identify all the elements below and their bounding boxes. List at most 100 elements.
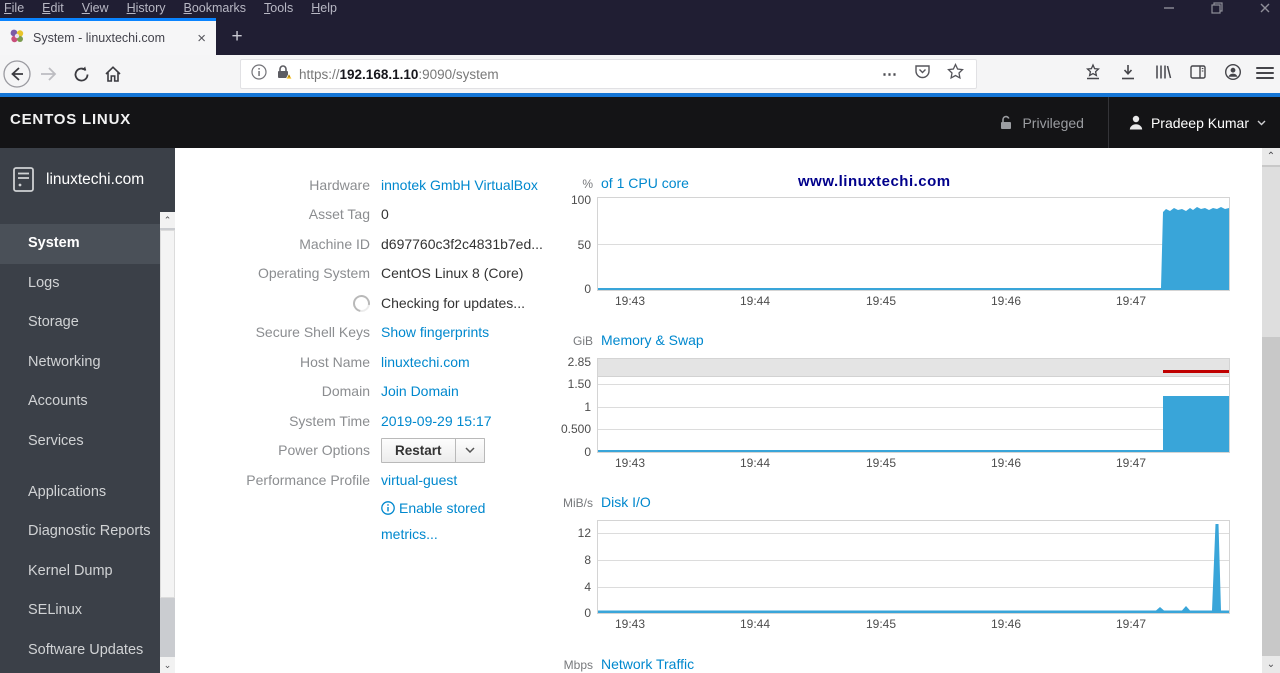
- sidebar-item-system[interactable]: System: [0, 224, 175, 264]
- home-button[interactable]: [98, 59, 128, 89]
- info-row-system-time: System Time 2019-09-29 15:17: [289, 412, 492, 429]
- menu-view[interactable]: View: [82, 1, 109, 15]
- new-tab-button[interactable]: +: [224, 24, 250, 50]
- account-icon[interactable]: [1224, 63, 1242, 86]
- memory-chart-header: GiB Memory & Swap: [557, 332, 704, 348]
- disk-unit: MiB/s: [563, 496, 593, 510]
- tab-close-icon[interactable]: ×: [187, 30, 216, 47]
- sidebar-scroll-thumb[interactable]: [160, 230, 175, 598]
- disk-chart-link[interactable]: Disk I/O: [601, 494, 651, 510]
- downloads-icon[interactable]: [1119, 63, 1137, 86]
- host-selector[interactable]: linuxtechi.com: [12, 166, 144, 193]
- cpu-ytick: 50: [577, 238, 591, 252]
- cpu-unit: %: [582, 177, 593, 191]
- scroll-up-icon[interactable]: ⌃: [160, 212, 175, 228]
- reload-button[interactable]: [66, 59, 96, 89]
- disk-xtick: 19:45: [865, 617, 897, 631]
- info-row-updates: Checking for updates...: [175, 288, 575, 318]
- sidebar-nav: System Logs Storage Networking Accounts …: [0, 224, 175, 671]
- memory-xtick: 19:44: [739, 456, 771, 470]
- page-body: linuxtechi.com System Logs Storage Netwo…: [0, 148, 1280, 673]
- page-scroll-thumb[interactable]: [1262, 167, 1280, 337]
- info-row-ssh-keys: Secure Shell Keys Show fingerprints: [255, 324, 490, 341]
- forward-button[interactable]: [34, 59, 64, 89]
- close-window-icon[interactable]: [1258, 1, 1272, 15]
- sidebar-item-kernel-dump[interactable]: Kernel Dump: [0, 552, 175, 592]
- restore-icon[interactable]: [1210, 1, 1224, 15]
- network-chart-link[interactable]: Network Traffic: [601, 656, 694, 672]
- sidebar-item-logs[interactable]: Logs: [0, 264, 175, 304]
- disk-ytick: 4: [584, 580, 591, 594]
- disk-xtick: 19:43: [614, 617, 646, 631]
- pocket-icon[interactable]: [914, 63, 931, 85]
- page-scroll-down-icon[interactable]: ⌄: [1262, 656, 1280, 673]
- page-actions-icon[interactable]: ⋯: [882, 65, 898, 83]
- disk-ytick: 8: [584, 553, 591, 567]
- privileged-indicator[interactable]: Privileged: [975, 115, 1107, 131]
- performance-profile-link[interactable]: virtual-guest: [381, 472, 457, 488]
- memory-ytick: 0: [584, 445, 591, 459]
- restart-caret-button[interactable]: [455, 437, 485, 463]
- minimize-icon[interactable]: [1162, 1, 1176, 15]
- menu-history[interactable]: History: [127, 1, 166, 15]
- toolbar-icons: [1084, 59, 1242, 89]
- memory-total-band: [598, 359, 1229, 377]
- sidebar-item-software-updates[interactable]: Software Updates: [0, 631, 175, 671]
- unlock-icon: [1001, 115, 1012, 129]
- menu-file[interactable]: File: [4, 1, 24, 15]
- info-row-performance-profile: Performance Profile virtual-guest: [246, 471, 458, 488]
- menu-help[interactable]: Help: [311, 1, 337, 15]
- page-scrollbar[interactable]: ⌃ ⌄: [1262, 148, 1280, 673]
- memory-ytick: 2.85: [567, 355, 591, 369]
- network-unit: Mbps: [563, 658, 593, 672]
- caret-down-icon: [465, 447, 475, 454]
- cpu-xtick: 19:43: [614, 294, 646, 308]
- cpu-chart-header: % of 1 CPU core: [557, 175, 689, 191]
- tab-system[interactable]: System - linuxtechi.com ×: [0, 18, 216, 55]
- url-bar[interactable]: https://192.168.1.10:9090/system ⋯: [240, 59, 977, 89]
- menu-tools[interactable]: Tools: [264, 1, 293, 15]
- join-domain-link[interactable]: Join Domain: [381, 383, 459, 399]
- server-icon: [13, 167, 34, 192]
- spinner-icon: [349, 291, 374, 315]
- restart-button[interactable]: Restart: [381, 437, 456, 463]
- memory-plot: [597, 358, 1230, 453]
- sidebar-toggle-icon[interactable]: [1189, 63, 1207, 86]
- memory-ytick: 1.50: [567, 377, 591, 391]
- host-name-link[interactable]: linuxtechi.com: [381, 354, 470, 370]
- page-scroll-up-icon[interactable]: ⌃: [1262, 148, 1280, 165]
- menu-bookmarks[interactable]: Bookmarks: [184, 1, 247, 15]
- disk-chart-header: MiB/s Disk I/O: [557, 494, 651, 510]
- page-info-icon[interactable]: [251, 63, 267, 85]
- sidebar-item-selinux[interactable]: SELinux: [0, 591, 175, 631]
- sidebar-item-diagnostic-reports[interactable]: Diagnostic Reports: [0, 512, 175, 552]
- cpu-plot: [597, 197, 1230, 291]
- show-fingerprints-link[interactable]: Show fingerprints: [381, 324, 489, 340]
- sidebar-item-services[interactable]: Services: [0, 422, 175, 462]
- cpu-chart-link[interactable]: of 1 CPU core: [601, 175, 689, 191]
- back-button[interactable]: [2, 59, 32, 89]
- memory-chart-link[interactable]: Memory & Swap: [601, 332, 704, 348]
- save-to-collection-icon[interactable]: [1084, 62, 1102, 86]
- system-time-link[interactable]: 2019-09-29 15:17: [381, 413, 492, 429]
- hardware-link[interactable]: innotek GmbH VirtualBox: [381, 177, 538, 193]
- bookmark-star-icon[interactable]: [947, 62, 964, 85]
- library-icon[interactable]: [1154, 63, 1172, 86]
- user-menu[interactable]: Pradeep Kumar: [1109, 115, 1280, 131]
- insecure-lock-icon[interactable]: [276, 64, 293, 85]
- sidebar-scrollbar[interactable]: ⌃ ⌄: [160, 212, 175, 673]
- memory-baseline: [598, 450, 1229, 452]
- info-row-host-name: Host Name linuxtechi.com: [299, 353, 470, 370]
- menu-hamburger-icon[interactable]: [1256, 64, 1274, 82]
- sidebar-item-applications[interactable]: Applications: [0, 473, 175, 513]
- sidebar-item-networking[interactable]: Networking: [0, 343, 175, 383]
- disk-series: [598, 524, 1229, 613]
- user-icon: [1129, 115, 1143, 130]
- scroll-down-icon[interactable]: ⌄: [160, 657, 175, 673]
- enable-stored-metrics-link[interactable]: Enable stored metrics...: [381, 495, 491, 547]
- site-favicon: [9, 28, 25, 49]
- sidebar-item-storage[interactable]: Storage: [0, 303, 175, 343]
- menu-edit[interactable]: Edit: [42, 1, 64, 15]
- cpu-ytick: 0: [584, 282, 591, 296]
- sidebar-item-accounts[interactable]: Accounts: [0, 382, 175, 422]
